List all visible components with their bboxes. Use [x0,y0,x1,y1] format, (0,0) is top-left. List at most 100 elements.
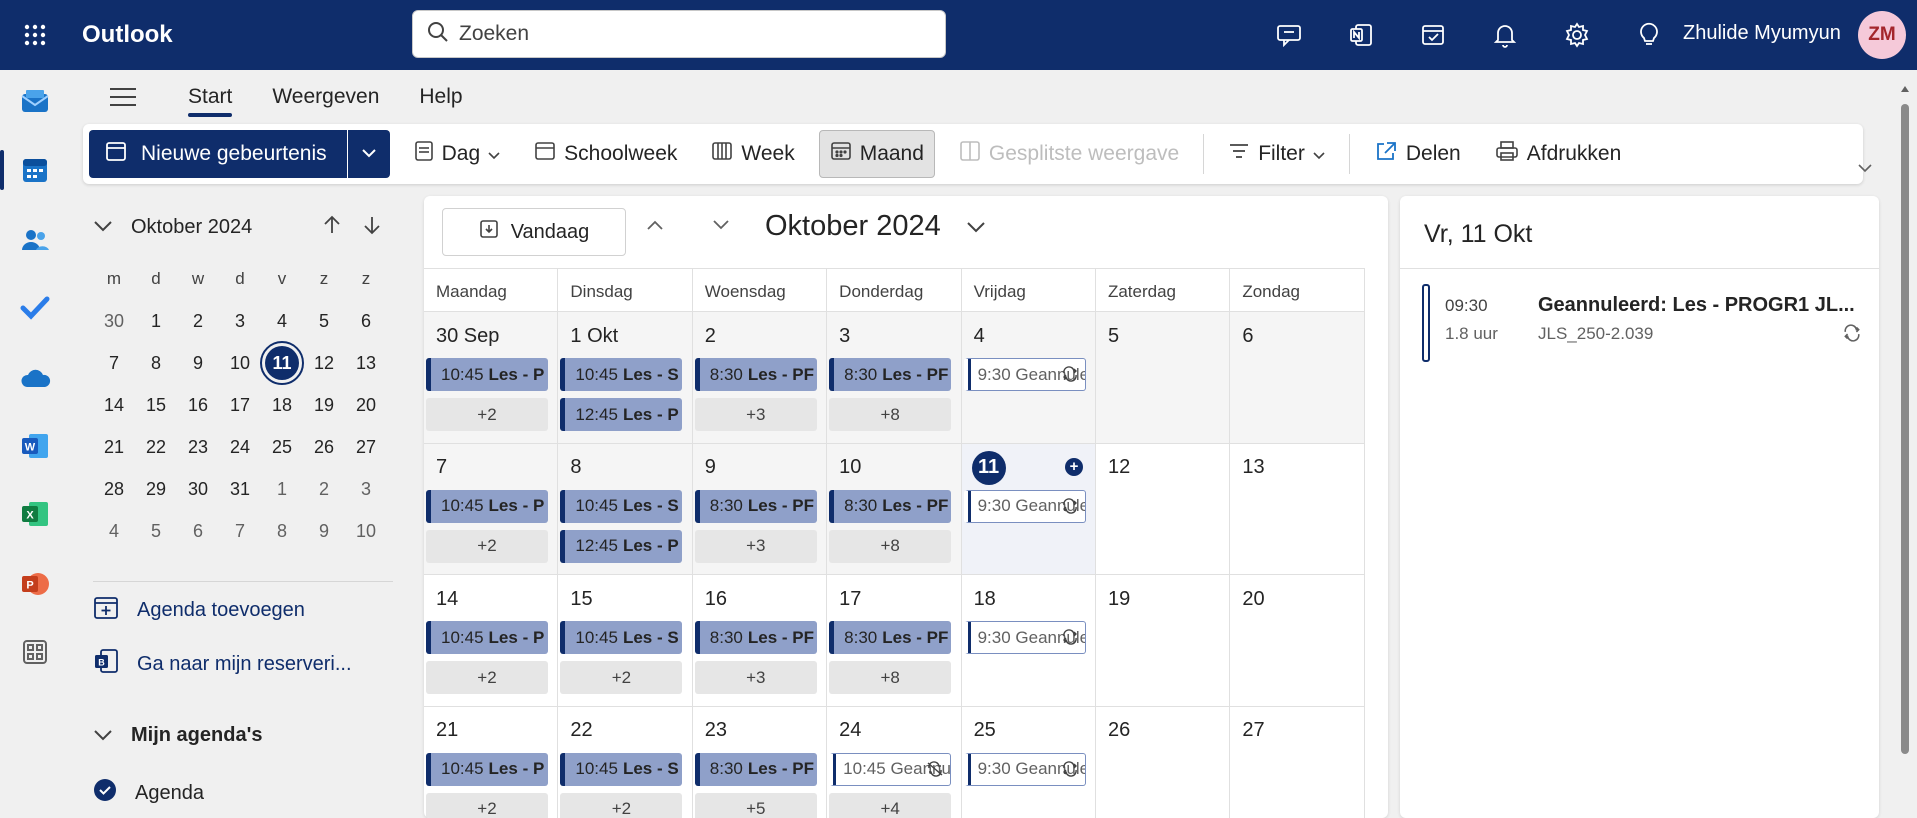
agenda-event-item[interactable]: 09:30 1.8 uur Geannuleerd: Les - PROGR1 … [1422,284,1862,364]
mini-day[interactable]: 10 [345,510,387,552]
onedrive-icon[interactable] [15,358,55,398]
new-event-button[interactable]: Nieuwe gebeurtenis [89,130,348,178]
tab-help[interactable]: Help [419,77,462,117]
day-cell[interactable]: 13 [1230,443,1365,574]
mini-day[interactable]: 1 [135,300,177,342]
more-events-button[interactable]: +8 [829,661,952,694]
onenote-icon[interactable] [1325,0,1397,70]
cancelled-event-chip[interactable]: 10:45 Geannuleerd [829,752,952,786]
day-cell[interactable]: 1 Okt 10:45 Les - S 12:45 Les - P [558,312,693,443]
day-cell[interactable]: 27 [1230,706,1365,818]
filter-button[interactable]: Filter [1218,130,1335,178]
collapse-chevron-icon[interactable] [93,219,113,237]
user-name[interactable]: Zhulide Myumyun [1683,22,1841,45]
mini-day[interactable]: 1 [261,468,303,510]
hamburger-menu-icon[interactable] [98,77,148,117]
add-event-icon[interactable]: + [1064,457,1083,476]
mini-day[interactable]: 2 [177,300,219,342]
mini-day[interactable]: 3 [345,468,387,510]
more-events-button[interactable]: +5 [694,792,817,818]
split-view-button[interactable]: Gesplitste weergave [949,130,1189,178]
day-cell[interactable]: 20 [1230,575,1365,706]
todo-check-icon[interactable] [15,288,55,328]
event-chip[interactable]: 10:45 Les - S [560,621,683,654]
event-chip[interactable]: 8:30 Les - PF [829,621,952,654]
tab-start[interactable]: Start [188,77,233,117]
cancelled-event-chip[interactable]: 9:30 Geannuleerd [963,621,1086,654]
day-cell[interactable]: 17 8:30 Les - PF +8 [827,575,962,706]
mini-day[interactable]: 6 [177,510,219,552]
mini-day[interactable]: 4 [261,300,303,342]
mini-day[interactable]: 17 [219,384,261,426]
mini-day[interactable]: 19 [303,384,345,426]
day-cell[interactable]: 14 10:45 Les - P +2 [424,575,559,706]
mini-day[interactable]: 10 [219,342,261,384]
event-chip[interactable]: 10:45 Les - S [560,489,683,523]
day-cell[interactable]: 10 8:30 Les - PF +8 [827,443,962,574]
mail-icon[interactable] [15,82,55,122]
day-cell[interactable]: 2 8:30 Les - PF +3 [692,312,828,443]
mini-day[interactable]: 26 [303,426,345,468]
day-cell[interactable]: 19 [1096,575,1231,706]
day-cell[interactable]: 4 9:30 Geannuleerd [961,312,1096,443]
day-cell[interactable]: 24 10:45 Geannuleerd +4 [827,706,962,818]
day-cell[interactable]: 8 10:45 Les - S 12:45 Les - P [558,443,693,574]
arrow-up-icon[interactable] [323,215,341,240]
event-chip[interactable]: 8:30 Les - PF [694,358,817,391]
ribbon-collapse-chevron-icon[interactable] [1857,160,1873,178]
calendar-icon[interactable] [15,150,55,190]
cancelled-event-chip[interactable]: 9:30 Geannuleerd [963,489,1086,523]
more-events-button[interactable]: +2 [426,792,548,818]
month-title[interactable]: Oktober 2024 [765,210,941,243]
page-scrollbar[interactable] [1897,76,1917,818]
mini-day[interactable]: 13 [345,342,387,384]
day-cell[interactable]: 7 10:45 Les - P +2 [424,443,559,574]
event-chip[interactable]: 8:30 Les - PF [694,489,817,523]
reservations-link[interactable]: B Ga naar mijn reserveri... [93,648,352,680]
day-cell[interactable]: 18 9:30 Geannuleerd [962,575,1096,706]
mini-day[interactable]: 30 [93,300,135,342]
powerpoint-icon[interactable]: P [15,564,55,604]
print-button[interactable]: Afdrukken [1485,130,1632,178]
mini-day[interactable]: 29 [135,468,177,510]
event-chip[interactable]: 8:30 Les - PF [829,489,952,523]
checkbox-checked-icon[interactable] [93,778,117,808]
more-events-button[interactable]: +2 [426,398,548,431]
teams-chat-icon[interactable] [1253,0,1325,70]
more-events-button[interactable]: +4 [829,792,952,818]
mini-day[interactable]: 27 [345,426,387,468]
todo-icon[interactable] [1397,0,1469,70]
mini-day[interactable]: 7 [219,510,261,552]
mini-day[interactable]: 9 [303,510,345,552]
gear-icon[interactable] [1541,0,1613,70]
my-calendars-header[interactable]: Mijn agenda's [93,724,262,747]
event-chip[interactable]: 8:30 Les - PF [694,621,817,654]
calendar-item-agenda[interactable]: Agenda [93,778,204,808]
mini-day[interactable]: 14 [93,384,135,426]
more-events-button[interactable]: +8 [829,398,952,431]
excel-icon[interactable]: X [15,494,55,534]
mini-day[interactable]: 9 [177,342,219,384]
event-chip[interactable]: 10:45 Les - P [426,752,548,786]
event-chip[interactable]: 8:30 Les - PF [694,752,817,786]
lightbulb-icon[interactable] [1613,0,1685,70]
more-apps-icon[interactable] [15,632,55,672]
mini-day[interactable]: 22 [135,426,177,468]
more-events-button[interactable]: +3 [694,529,817,563]
day-cell[interactable]: 21 10:45 Les - P +2 [424,706,559,818]
cancelled-event-chip[interactable]: 9:30 Geannuleerd [963,358,1086,391]
mini-day[interactable]: 25 [261,426,303,468]
mini-calendar-title[interactable]: Oktober 2024 [131,216,252,239]
day-cell[interactable]: 3 8:30 Les - PF +8 [827,312,962,443]
day-cell[interactable]: 30 Sep 10:45 Les - P +2 [424,312,559,443]
month-picker-chevron-icon[interactable] [966,220,986,238]
mini-day[interactable]: 8 [135,342,177,384]
day-cell[interactable]: 26 [1096,706,1231,818]
mini-day[interactable]: 6 [345,300,387,342]
scroll-up-arrow-icon[interactable] [1900,80,1910,98]
day-cell[interactable]: 15 10:45 Les - S +2 [558,575,693,706]
add-calendar-link[interactable]: Agenda toevoegen [93,594,305,626]
day-cell-today[interactable]: 11 + 9:30 Geannuleerd [961,443,1096,574]
mini-day[interactable]: 7 [93,342,135,384]
workweek-view-button[interactable]: Schoolweek [524,130,687,178]
